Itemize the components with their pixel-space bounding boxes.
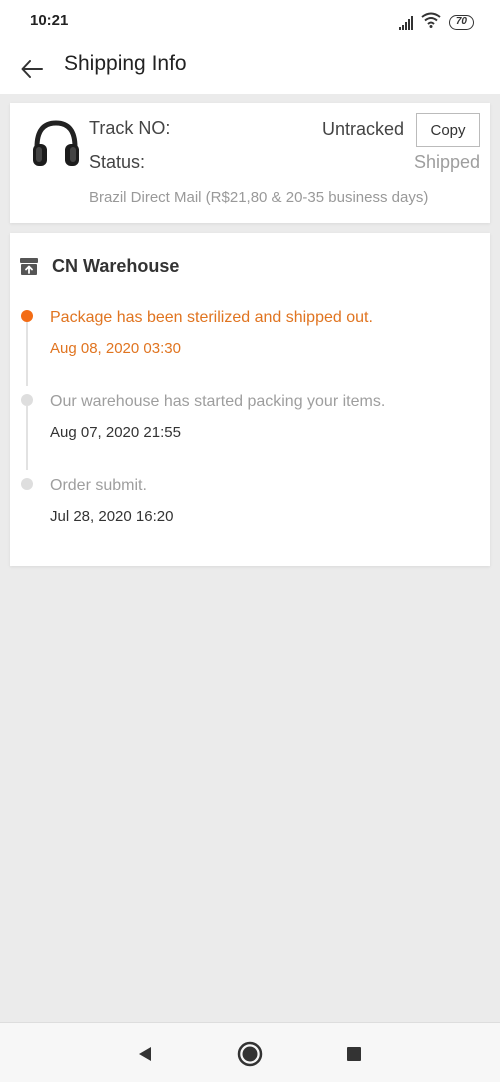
shipping-method: Brazil Direct Mail (R$21,80 & 20-35 busi… (89, 189, 429, 206)
timeline-connector (26, 322, 28, 386)
status-bar: 10:21 70 (0, 0, 500, 44)
system-nav-bar (0, 1022, 500, 1082)
triangle-back-icon (139, 1047, 151, 1061)
warehouse-icon (20, 258, 38, 276)
timeline-dot (21, 478, 33, 490)
timeline-connector (26, 406, 28, 470)
warehouse-title: CN Warehouse (52, 256, 180, 276)
tracking-card: Track NO: Untracked Copy Status: Shipped… (10, 103, 490, 223)
warehouse-card: CN Warehouse Package has been sterilized… (10, 233, 490, 566)
status-value: Shipped (413, 152, 480, 172)
timeline-event-text: Order submit. (50, 477, 147, 494)
timeline-event-time: Aug 07, 2020 21:55 (50, 424, 181, 441)
copy-button[interactable]: Copy (416, 113, 480, 147)
arrow-left-icon (21, 60, 43, 78)
header: Shipping Info (0, 44, 500, 94)
battery-indicator: 70 (448, 15, 474, 30)
timeline-event-text: Our warehouse has started packing your i… (50, 393, 386, 410)
nav-recents-button[interactable] (341, 1041, 367, 1067)
timeline-dot-active (21, 310, 33, 322)
headphones-image (30, 117, 82, 171)
timeline-dot (21, 394, 33, 406)
status-time: 10:21 (30, 12, 69, 29)
track-number-label: Track NO: (89, 118, 171, 138)
square-recents-icon (347, 1047, 361, 1061)
signal-icon (398, 15, 413, 30)
nav-back-button[interactable] (132, 1041, 158, 1067)
back-button[interactable] (16, 53, 48, 85)
timeline-event-text: Package has been sterilized and shipped … (50, 309, 373, 326)
nav-home-button[interactable] (237, 1041, 263, 1067)
track-number-value: Untracked (321, 119, 404, 139)
status-icons: 70 (398, 12, 474, 33)
timeline-event-time: Jul 28, 2020 16:20 (50, 508, 174, 525)
timeline-event-time: Aug 08, 2020 03:30 (50, 340, 181, 357)
wifi-icon (421, 12, 441, 33)
page-title: Shipping Info (64, 52, 187, 75)
circle-home-icon (237, 1041, 263, 1067)
status-label: Status: (89, 152, 146, 172)
